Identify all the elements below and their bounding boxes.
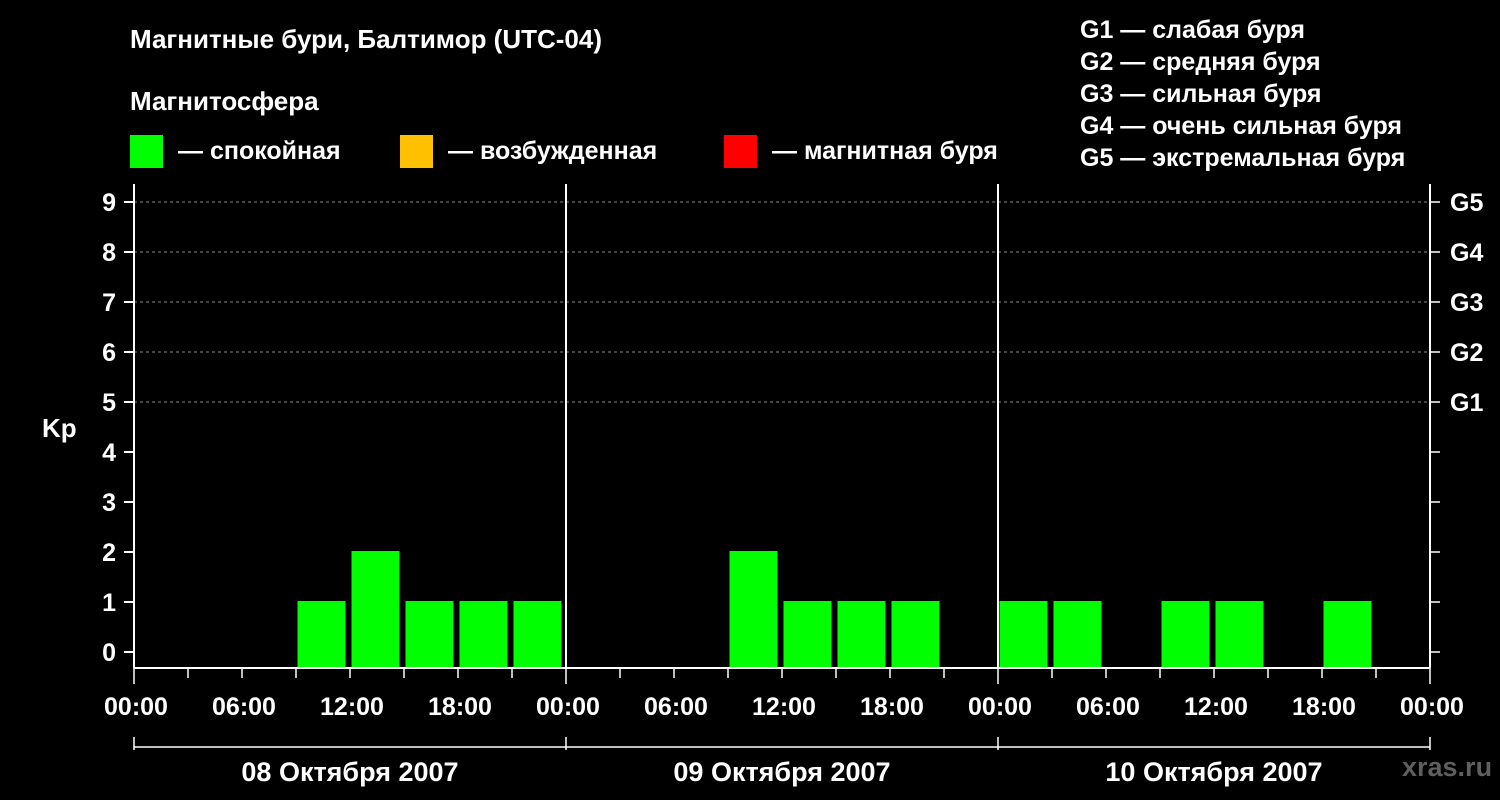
kp-bar-13 (837, 601, 886, 668)
day-label-2: 10 Октября 2007 (1105, 757, 1322, 787)
day-label-0: 08 Октября 2007 (241, 757, 458, 787)
x-tick-label-3: 18:00 (428, 693, 492, 721)
kp-bar-5 (405, 601, 454, 668)
kp-bar-3 (297, 601, 346, 668)
kp-bar-16 (999, 601, 1048, 668)
x-tick-label-2: 12:00 (320, 693, 384, 721)
kp-bar-19 (1161, 601, 1210, 668)
g-label-g2: G2 (1450, 339, 1483, 367)
x-tick-label-8: 00:00 (968, 693, 1032, 721)
x-tick-label-9: 06:00 (1076, 693, 1140, 721)
kp-bar-20 (1215, 601, 1264, 668)
kp-bar-17 (1053, 601, 1102, 668)
x-tick-label-11: 18:00 (1292, 693, 1356, 721)
kp-chart: 0 1 2 3 4 5 6 7 8 9 G1 G2 G3 G4 G5 Kp 00:00 06:00 12:00 18:… (42, 184, 1483, 787)
x-tick-label-12: 00:00 (1400, 693, 1464, 721)
y-tick-label-5: 5 (102, 389, 116, 417)
y-tick-label-0: 0 (102, 639, 116, 667)
kp-bar-12 (783, 601, 832, 668)
y-tick-label-4: 4 (102, 439, 116, 467)
y-tick-label-9: 9 (102, 189, 116, 217)
kp-bar-7 (513, 601, 562, 668)
x-tick-label-10: 12:00 (1184, 693, 1248, 721)
x-tick-label-6: 12:00 (752, 693, 816, 721)
x-tick-label-7: 18:00 (860, 693, 924, 721)
y-axis-title: Kp (42, 413, 77, 443)
kp-bar-14 (891, 601, 940, 668)
g-label-g5: G5 (1450, 189, 1483, 217)
kp-bar-11 (729, 551, 778, 668)
g-label-g3: G3 (1450, 289, 1483, 317)
g-label-g4: G4 (1450, 239, 1483, 267)
y-tick-label-2: 2 (102, 539, 116, 567)
y-tick-label-7: 7 (102, 289, 116, 317)
g-label-g1: G1 (1450, 389, 1483, 417)
y-tick-label-1: 1 (102, 589, 116, 617)
kp-bar-4 (351, 551, 400, 668)
x-tick-label-1: 06:00 (212, 693, 276, 721)
day-label-1: 09 Октября 2007 (673, 757, 890, 787)
y-tick-label-8: 8 (102, 239, 116, 267)
x-tick-label-5: 06:00 (644, 693, 708, 721)
x-tick-label-4: 00:00 (536, 693, 600, 721)
x-tick-label-0: 00:00 (104, 693, 168, 721)
y-tick-label-3: 3 (102, 489, 116, 517)
watermark: xras.ru (1402, 752, 1493, 782)
kp-bar-6 (459, 601, 508, 668)
kp-bar-22 (1323, 601, 1372, 668)
y-tick-label-6: 6 (102, 339, 116, 367)
